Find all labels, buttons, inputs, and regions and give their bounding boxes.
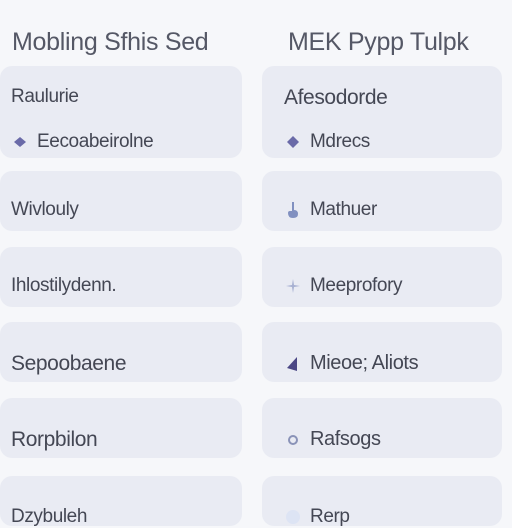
list-item-label: Eecoabeirolne (37, 131, 154, 152)
triangle-icon (284, 355, 302, 373)
list-item[interactable]: Afesodorde (262, 86, 502, 110)
list-item[interactable]: Rorpbilon (0, 398, 242, 458)
circle-icon (284, 431, 302, 449)
list-item[interactable]: Mdrecs (262, 131, 502, 153)
list-item-label: Rafsogs (310, 428, 381, 450)
list-item-label: Sepoobaene (11, 352, 127, 375)
card-group-1[interactable]: Raulurie Eecoabeirolne (0, 66, 242, 158)
list-item[interactable]: Raulurie (0, 86, 242, 108)
list-item-label: Wivlouly (11, 199, 79, 220)
right-column-title: MEK Pypp Tulpk (288, 28, 469, 56)
list-item[interactable]: Eecoabeirolne (0, 131, 242, 153)
left-column: Mobling Sfhis Sed Raulurie Eecoabeirolne… (0, 0, 242, 527)
left-column-title: Mobling Sfhis Sed (12, 28, 209, 56)
list-item-label: Mdrecs (310, 131, 370, 152)
list-item-label: Rorpbilon (11, 428, 98, 451)
list-item[interactable]: Meeprofory (262, 247, 502, 307)
list-item[interactable]: Wivlouly (0, 171, 242, 231)
sparkle-icon (284, 277, 302, 295)
list-item-label: Mieoe; Aliots (310, 352, 419, 374)
list-item[interactable]: Ihlostilydenn. (0, 247, 242, 307)
list-item-label: Raulurie (11, 86, 79, 107)
diamond-icon (11, 133, 29, 151)
list-item-label: Dzybuleh (11, 506, 88, 527)
list-item[interactable]: Mathuer (262, 171, 502, 231)
list-item-label: Ihlostilydenn. (11, 275, 117, 296)
right-column: MEK Pypp Tulpk Afesodorde Mdrecs Mathuer (262, 0, 502, 527)
list-item[interactable]: Rafsogs (262, 398, 502, 458)
list-item-label: Meeprofory (310, 275, 403, 296)
diamond-icon (284, 133, 302, 151)
list-item[interactable]: Dzybuleh (0, 476, 242, 527)
list-item[interactable]: Sepoobaene (0, 322, 242, 382)
list-item-label: Rerp (310, 506, 350, 527)
settings-page: Mobling Sfhis Sed Raulurie Eecoabeirolne… (0, 0, 512, 527)
list-item-label: Afesodorde (284, 86, 388, 109)
list-item[interactable]: Rerp (262, 476, 502, 527)
hand-icon (284, 201, 302, 219)
card-group-1[interactable]: Afesodorde Mdrecs (262, 66, 502, 158)
list-item-label: Mathuer (310, 199, 377, 220)
list-item[interactable]: Mieoe; Aliots (262, 322, 502, 382)
dot-icon (284, 508, 302, 526)
